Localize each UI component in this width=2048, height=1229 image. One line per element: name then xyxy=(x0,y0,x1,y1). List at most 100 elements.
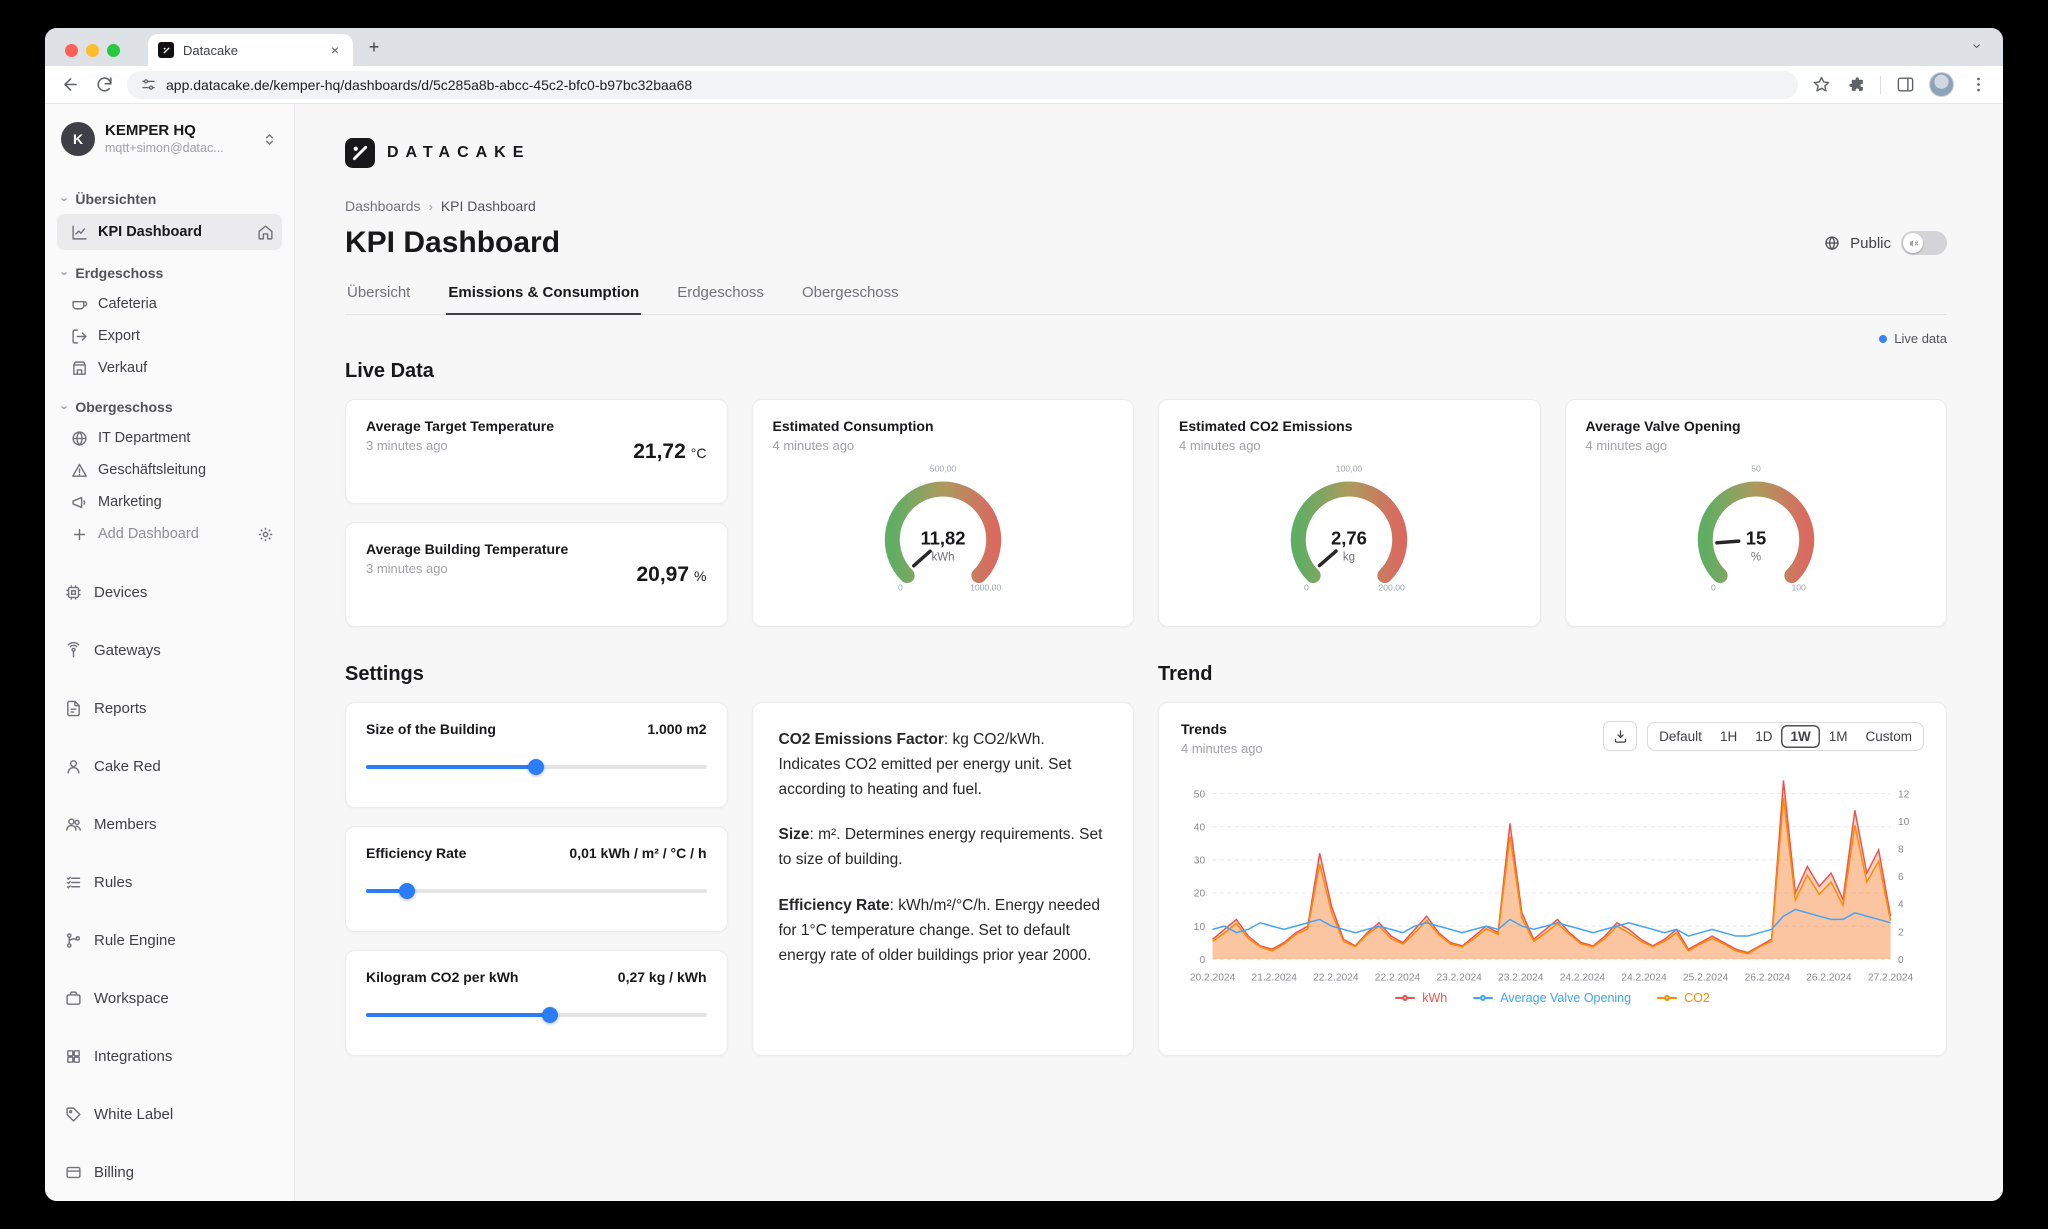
svg-text:23.2.2024: 23.2.2024 xyxy=(1436,973,1482,984)
browser-tab[interactable]: Datacake × xyxy=(148,34,353,66)
section-obergeschoss[interactable]: › Obergeschoss xyxy=(57,392,282,422)
site-settings-icon[interactable] xyxy=(141,77,156,92)
legend-item[interactable]: kWh xyxy=(1395,991,1447,1005)
tab-search-button[interactable]: › xyxy=(1965,34,1989,58)
gauge-title: Estimated CO2 Emissions xyxy=(1179,418,1520,434)
sidebar-item-geschaeftsleitung[interactable]: Geschäftsleitung xyxy=(57,454,282,486)
public-globe-icon xyxy=(1824,235,1840,251)
minimize-window-button[interactable] xyxy=(86,44,99,57)
sidebar-item-it-department[interactable]: IT Department xyxy=(57,422,282,454)
bookmark-star-icon[interactable] xyxy=(1810,74,1832,96)
sidebar-item-rules[interactable]: Rules xyxy=(57,862,282,902)
slider-knob[interactable] xyxy=(542,1007,558,1023)
sidebar-item-cake-red[interactable]: Cake Red xyxy=(57,746,282,786)
co2-per-kwh-slider[interactable] xyxy=(366,1007,707,1023)
sidebar-item-white-label[interactable]: White Label xyxy=(57,1094,282,1134)
gauge-wrap: 11,82 kWh 0 500,00 1000,00 xyxy=(773,453,1114,608)
briefcase-icon xyxy=(65,990,82,1007)
extensions-icon[interactable] xyxy=(1845,74,1867,96)
legend-item[interactable]: Average Valve Opening xyxy=(1473,991,1631,1005)
download-icon xyxy=(1613,729,1628,744)
slider-value: 0,01 kWh / m² / °C / h xyxy=(569,845,706,861)
profile-avatar[interactable] xyxy=(1929,72,1954,97)
zoom-window-button[interactable] xyxy=(107,44,120,57)
section-erdgeschoss[interactable]: › Erdgeschoss xyxy=(57,258,282,288)
workspace-switcher[interactable]: K KEMPER HQ mqtt+simon@datac... xyxy=(57,120,282,158)
sidebar-item-devices[interactable]: Devices xyxy=(57,572,282,612)
sidebar-item-marketing[interactable]: Marketing xyxy=(57,486,282,518)
sidebar-item-gateways[interactable]: Gateways xyxy=(57,630,282,670)
range-1m-button[interactable]: 1M xyxy=(1820,725,1857,748)
tab-obergeschoss[interactable]: Obergeschoss xyxy=(800,284,901,314)
efficiency-rate-slider[interactable] xyxy=(366,883,707,899)
range-custom-button[interactable]: Custom xyxy=(1856,725,1921,748)
range-default-button[interactable]: Default xyxy=(1650,725,1711,748)
nav-label: Reports xyxy=(94,700,147,717)
sidebar-item-verkauf[interactable]: Verkauf xyxy=(57,352,282,384)
breadcrumb-dashboards[interactable]: Dashboards xyxy=(345,198,421,214)
sidebar-item-members[interactable]: Members xyxy=(57,804,282,844)
new-tab-button[interactable]: + xyxy=(361,34,387,60)
svg-text:0: 0 xyxy=(1199,955,1205,966)
download-button[interactable] xyxy=(1603,721,1637,751)
sidebar-item-export[interactable]: Export xyxy=(57,320,282,352)
range-1w-button[interactable]: 1W xyxy=(1781,725,1819,748)
svg-text:20.2.2024: 20.2.2024 xyxy=(1190,973,1236,984)
coffee-cup-icon xyxy=(71,296,88,313)
gauge-updated: 4 minutes ago xyxy=(773,438,1114,453)
breadcrumb-current: KPI Dashboard xyxy=(441,198,536,214)
tab-erdgeschoss[interactable]: Erdgeschoss xyxy=(675,284,766,314)
building-size-slider[interactable] xyxy=(366,759,707,775)
public-toggle[interactable] xyxy=(1901,231,1947,255)
stat-card-target-temperature: Average Target Temperature 3 minutes ago… xyxy=(345,399,728,504)
slider-knob[interactable] xyxy=(399,883,415,899)
side-panel-icon[interactable] xyxy=(1894,74,1916,96)
close-window-button[interactable] xyxy=(65,44,78,57)
trend-updated: 4 minutes ago xyxy=(1181,741,1263,756)
tab-uebersicht[interactable]: Übersicht xyxy=(345,284,412,314)
range-1d-button[interactable]: 1D xyxy=(1746,725,1781,748)
page-title: KPI Dashboard xyxy=(345,226,560,260)
address-bar[interactable]: app.datacake.de/kemper-hq/dashboards/d/5… xyxy=(127,71,1798,99)
user-icon xyxy=(65,758,82,775)
trend-card-header: Trends 4 minutes ago Default 1H 1D xyxy=(1181,721,1924,756)
main-content: DATACAKE Dashboards › KPI Dashboard KPI … xyxy=(295,104,2003,1201)
breadcrumb: Dashboards › KPI Dashboard xyxy=(345,198,1947,214)
sidebar-item-kpi-dashboard[interactable]: KPI Dashboard xyxy=(57,214,282,250)
live-indicator-label: Live data xyxy=(1894,331,1947,346)
section-label: Übersichten xyxy=(75,191,156,207)
stat-reading: 21,72 °C xyxy=(633,440,706,464)
back-icon[interactable] xyxy=(59,74,81,96)
users-icon xyxy=(65,816,82,833)
slider-knob[interactable] xyxy=(528,759,544,775)
sidebar-item-cafeteria[interactable]: Cafeteria xyxy=(57,288,282,320)
slider-head: Kilogram CO2 per kWh 0,27 kg / kWh xyxy=(366,969,707,985)
legend-label: CO2 xyxy=(1684,991,1710,1005)
nav-label: Rule Engine xyxy=(94,932,176,949)
sidebar-item-reports[interactable]: Reports xyxy=(57,688,282,728)
nav-label: White Label xyxy=(94,1106,173,1123)
nav-label: Integrations xyxy=(94,1048,172,1065)
gear-icon[interactable] xyxy=(257,526,274,543)
browser-menu-icon[interactable] xyxy=(1967,74,1989,96)
range-1h-button[interactable]: 1H xyxy=(1711,725,1746,748)
sidebar-item-workspace[interactable]: Workspace xyxy=(57,978,282,1018)
stat-value: 21,72 xyxy=(633,440,686,464)
sidebar-item-rule-engine[interactable]: Rule Engine xyxy=(57,920,282,960)
legend-item[interactable]: CO2 xyxy=(1657,991,1710,1005)
svg-text:23.2.2024: 23.2.2024 xyxy=(1498,973,1544,984)
reload-icon[interactable] xyxy=(93,74,115,96)
alert-triangle-icon xyxy=(71,462,88,479)
sidebar-item-billing[interactable]: Billing xyxy=(57,1152,282,1192)
toggle-state-icon xyxy=(1908,238,1919,249)
section-uebersichten[interactable]: › Übersichten xyxy=(57,184,282,214)
tab-emissions-consumption[interactable]: Emissions & Consumption xyxy=(446,284,641,314)
sliders-column: Size of the Building 1.000 m2 Efficiency… xyxy=(345,702,728,1056)
slider-title: Size of the Building xyxy=(366,721,496,737)
svg-text:10: 10 xyxy=(1194,922,1206,933)
home-icon xyxy=(257,224,274,241)
add-dashboard-button[interactable]: Add Dashboard xyxy=(57,518,282,550)
sidebar-item-integrations[interactable]: Integrations xyxy=(57,1036,282,1076)
tab-close-icon[interactable]: × xyxy=(327,41,343,59)
chevron-down-icon: › xyxy=(59,197,72,201)
